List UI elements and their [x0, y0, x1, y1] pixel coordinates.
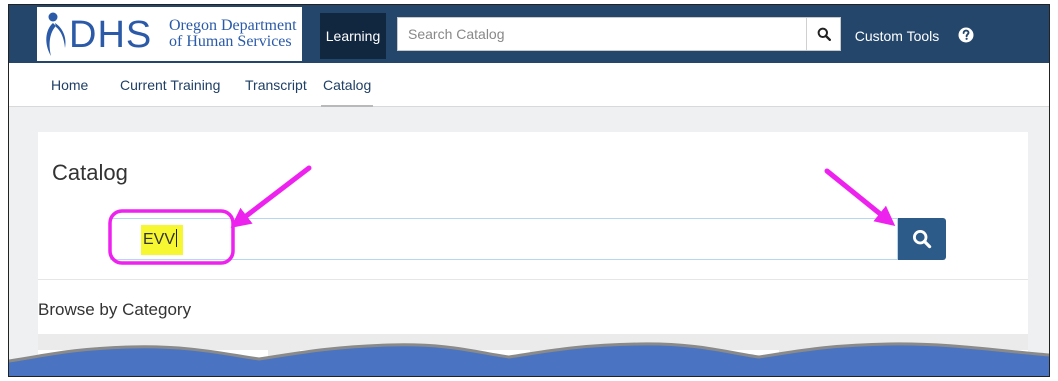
- screenshot-frame: DHS Oregon Department of Human Services …: [8, 4, 1050, 377]
- logo-subtitle: Oregon Department of Human Services: [169, 17, 297, 50]
- dhs-logo[interactable]: DHS Oregon Department of Human Services: [37, 7, 302, 61]
- catalog-search-input[interactable]: EVV: [110, 218, 898, 260]
- top-search-input[interactable]: [398, 18, 803, 50]
- subnav-current-training[interactable]: Current Training: [120, 63, 220, 107]
- top-search-box: [397, 17, 841, 51]
- top-bar: DHS Oregon Department of Human Services …: [9, 5, 1049, 63]
- top-search-button[interactable]: [806, 18, 840, 50]
- secondary-nav: Home Current Training Transcript Catalog: [9, 63, 1049, 107]
- subnav-home[interactable]: Home: [51, 63, 88, 107]
- figure-logo-icon: [46, 12, 66, 56]
- divider: [38, 279, 1028, 280]
- text-caret: [176, 229, 178, 247]
- logo-text: DHS: [69, 14, 153, 56]
- catalog-search-button[interactable]: [898, 218, 946, 260]
- browse-heading: Browse by Category: [38, 300, 192, 319]
- torn-edge-decoration: [9, 342, 1049, 376]
- subnav-transcript[interactable]: Transcript: [245, 63, 307, 107]
- nav-learning[interactable]: Learning: [320, 13, 386, 59]
- help-button[interactable]: [953, 22, 979, 48]
- search-icon: [912, 229, 932, 249]
- search-icon: [817, 27, 831, 41]
- question-circle-icon: [958, 27, 974, 43]
- nav-custom-tools[interactable]: Custom Tools: [849, 13, 945, 59]
- search-field-value: EVV: [141, 225, 184, 255]
- subnav-catalog[interactable]: Catalog: [321, 63, 374, 107]
- page-title: Catalog: [52, 160, 128, 185]
